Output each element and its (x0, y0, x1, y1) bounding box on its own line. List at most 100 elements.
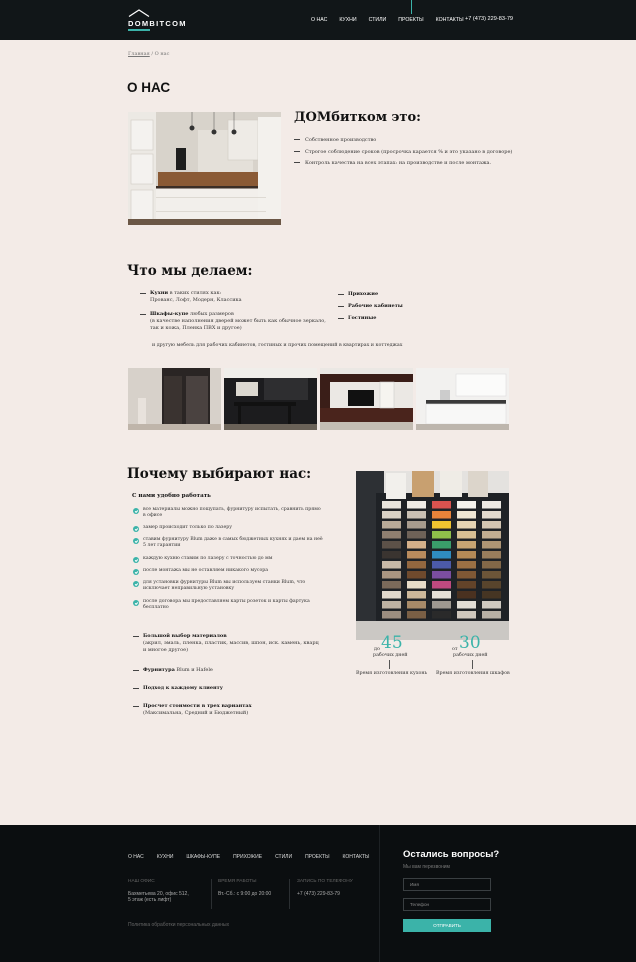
material-swatch (407, 531, 426, 539)
footer-nav-contacts[interactable]: КОНТАКТЫ (343, 854, 370, 860)
name-input[interactable]: Имя (403, 878, 491, 891)
service-title: Шкафы-купе (150, 311, 189, 317)
material-swatch (432, 541, 451, 549)
material-swatch (482, 581, 501, 589)
logo-underline (128, 29, 150, 31)
hours-label: ВРЕМЯ РАБОТЫ (218, 879, 257, 884)
service-text: (в качестве наполнения дверей может быть… (150, 318, 326, 324)
material-swatch (432, 551, 451, 559)
benefit-title: Просчет стоимости в трех вариантах (143, 703, 252, 709)
footer-nav-about[interactable]: О НАС (128, 854, 144, 860)
material-swatch (457, 571, 476, 579)
service-hallways: Прихожие (337, 291, 378, 298)
footer-nav-projects[interactable]: ПРОЕКТЫ (305, 854, 329, 860)
stat1-divider (389, 660, 390, 669)
material-swatch (407, 591, 426, 599)
header-phone[interactable]: +7 (473) 229-83-79 (465, 16, 513, 22)
service-kitchens: Кухни в таких стилях как: Прованс, Лофт,… (140, 290, 242, 304)
service-title: Рабочие кабинеты (348, 303, 403, 309)
material-swatch (432, 601, 451, 609)
material-swatch (382, 581, 401, 589)
nav-item-styles[interactable]: СТИЛИ (369, 17, 387, 23)
material-swatch (382, 601, 401, 609)
logo[interactable]: DOMBITCOM (128, 9, 198, 31)
material-swatch (407, 511, 426, 519)
material-swatch (482, 561, 501, 569)
material-swatch (457, 551, 476, 559)
nav-item-kitchens[interactable]: КУХНИ (339, 17, 356, 23)
footer-nav-kitchens[interactable]: КУХНИ (157, 854, 174, 860)
gallery-photo-wardrobe[interactable] (128, 368, 221, 430)
material-swatch (382, 591, 401, 599)
advantage-text: после договора мы предоставляем карты ро… (143, 599, 310, 604)
phone-input[interactable]: Телефон (403, 898, 491, 911)
office-address-line: 5 этаж (есть лифт) (128, 897, 172, 904)
service-text: в таких стилях как: (168, 290, 222, 296)
material-swatch (382, 571, 401, 579)
site-footer: О НАС КУХНИ ШКАФЫ-КУПЕ ПРИХОЖИЕ СТИЛИ ПР… (0, 825, 636, 962)
submit-button[interactable]: ОТПРАВИТЬ (403, 919, 491, 932)
material-swatch (382, 501, 401, 509)
footer-nav-wardrobes[interactable]: ШКАФЫ-КУПЕ (186, 854, 220, 860)
benefit-title: Фурнитура (143, 667, 175, 673)
footer-nav-hallways[interactable]: ПРИХОЖИЕ (233, 854, 262, 860)
footer-nav-styles[interactable]: СТИЛИ (275, 854, 292, 860)
nav-item-contacts[interactable]: КОНТАКТЫ (436, 17, 464, 23)
material-swatch (407, 501, 426, 509)
gallery-photo-office[interactable] (224, 368, 317, 430)
advantage-item: каждую кухню ставим по лазеру с точность… (133, 556, 343, 564)
call-phone[interactable]: +7 (473) 229-83-79 (297, 891, 340, 897)
callback-form-title: Остались вопросы? (403, 849, 500, 860)
about-item: Собственное производство (294, 137, 376, 143)
material-swatch (457, 501, 476, 509)
material-swatch (382, 611, 401, 619)
service-text: так и кожа, Пленка ПВХ и другое) (150, 325, 242, 331)
kitchen-photo (128, 112, 281, 225)
service-text: Прованс, Лофт, Модерн, Классика (150, 297, 242, 303)
material-swatch (482, 521, 501, 529)
material-swatch (432, 501, 451, 509)
service-title: Кухни (150, 290, 169, 296)
benefit-text: (акрил, эмаль, пленка, пластик, массив, … (143, 640, 319, 646)
material-swatch (482, 591, 501, 599)
material-swatch (382, 511, 401, 519)
benefit-hardware: Фурнитура Blum и Hafele (133, 667, 213, 674)
advantage-item: замер происходит только по лазеру (133, 525, 343, 533)
material-swatch (407, 521, 426, 529)
material-swatch (457, 611, 476, 619)
service-offices: Рабочие кабинеты (338, 303, 403, 310)
site-header: DOMBITCOM О НАС КУХНИ СТИЛИ ПРОЕКТЫ КОНТ… (0, 0, 636, 40)
material-swatch (457, 511, 476, 519)
material-swatch (407, 561, 426, 569)
gallery-photo-kitchen[interactable] (416, 368, 509, 430)
footer-divider (289, 879, 290, 909)
advantage-text: бесплатно (143, 605, 169, 611)
service-title: Гостиные (348, 315, 377, 321)
breadcrumb-home-link[interactable]: Главная (128, 51, 150, 57)
office-address-line: Бахметьева 20, офис 512, (128, 891, 189, 897)
benefit-materials: Большой выбор материалов (акрил, эмаль, … (133, 633, 319, 654)
advantage-text: для установки фурнитуры Blum мы использу… (143, 580, 306, 585)
nav-item-projects[interactable]: ПРОЕКТЫ (398, 0, 424, 23)
breadcrumb-current: О нас (154, 51, 170, 57)
why-us-heading: Почему выбирают нас: (127, 466, 312, 482)
gallery-photo-living-room[interactable] (320, 368, 413, 430)
benefit-text: и многое другое) (143, 647, 189, 653)
stat2-caption: Время изготовления шкафов (436, 671, 510, 676)
material-swatch (457, 591, 476, 599)
advantage-text: в офисе (143, 513, 163, 519)
callback-form-subtitle: Мы вам перезвоним (403, 864, 450, 870)
stat1-unit: рабочих дней (373, 653, 408, 658)
nav-item-about[interactable]: О НАС (311, 17, 327, 23)
about-heading: ДОМбитком это: (294, 110, 421, 125)
material-swatch (457, 531, 476, 539)
page-title: О НАС (127, 80, 171, 95)
call-label: ЗАПИСЬ ПО ТЕЛЕФОНУ (297, 879, 353, 884)
benefit-approach: Подход к каждому клиенту (133, 685, 223, 692)
material-swatch (407, 541, 426, 549)
about-item: Строгое соблюдение сроков (просрочка кар… (294, 149, 512, 155)
material-swatch (407, 601, 426, 609)
material-swatch (407, 571, 426, 579)
stat2-prefix: от (452, 647, 458, 652)
privacy-policy-link[interactable]: Политика обработки персональных данных (128, 922, 229, 928)
